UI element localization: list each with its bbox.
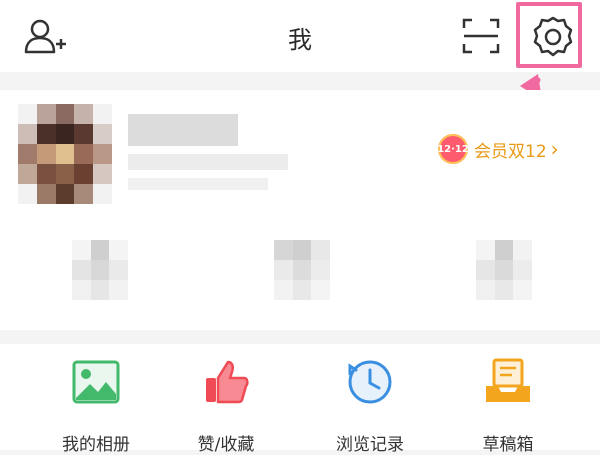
quick-actions-bar: 我的相册 赞/收藏 浏览记录 草稿箱 bbox=[0, 344, 600, 455]
quick-action-label: 草稿箱 bbox=[482, 435, 534, 455]
quick-action-likes-favorites[interactable]: 赞/收藏 bbox=[166, 356, 286, 455]
quick-action-label: 我的相册 bbox=[62, 435, 130, 455]
member-badge-icon: 12·12 bbox=[437, 134, 469, 164]
photo-album-icon bbox=[72, 360, 120, 404]
chevron-right-icon: › bbox=[550, 137, 559, 161]
stat-count-redacted[interactable] bbox=[72, 240, 128, 300]
user-info-redacted bbox=[128, 178, 268, 190]
page-title: 我 bbox=[288, 26, 312, 54]
member-promo-text: 会员双12 bbox=[474, 141, 547, 162]
user-info-redacted bbox=[128, 154, 288, 170]
quick-action-label: 浏览记录 bbox=[336, 435, 404, 455]
thumbs-up-icon bbox=[206, 360, 249, 404]
quick-action-label: 赞/收藏 bbox=[197, 435, 255, 455]
avatar[interactable] bbox=[18, 104, 112, 204]
quick-action-photo-album[interactable]: 我的相册 bbox=[36, 356, 156, 455]
quick-action-drafts[interactable]: 草稿箱 bbox=[448, 356, 568, 455]
history-clock-icon bbox=[348, 360, 392, 404]
settings-highlight-box bbox=[516, 2, 582, 68]
scan-icon[interactable] bbox=[462, 18, 500, 54]
stat-count-redacted[interactable] bbox=[274, 240, 330, 300]
quick-action-history[interactable]: 浏览记录 bbox=[310, 356, 430, 455]
profile-card[interactable]: 12·12 会员双12 › bbox=[0, 90, 600, 330]
drafts-tray-icon bbox=[486, 358, 530, 402]
stat-count-redacted[interactable] bbox=[476, 240, 532, 300]
username-redacted bbox=[128, 114, 238, 146]
member-promo-link[interactable]: 12·12 会员双12 › bbox=[437, 134, 559, 164]
